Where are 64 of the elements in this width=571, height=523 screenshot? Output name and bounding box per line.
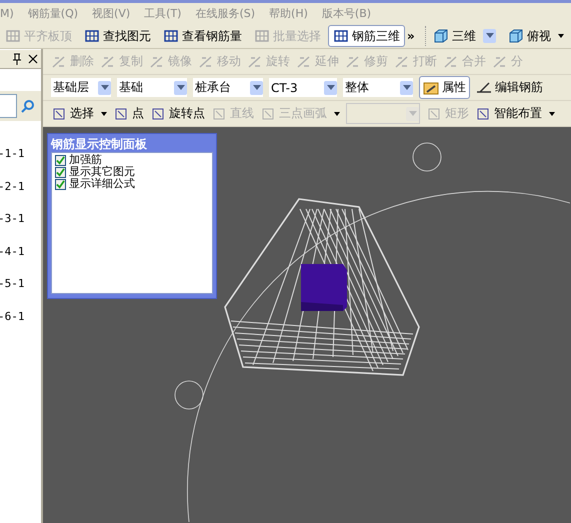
tool-icon: [149, 54, 165, 70]
tool-icon: [426, 106, 442, 122]
tool-icon: [113, 106, 129, 122]
view-button[interactable]: 俯视: [502, 25, 569, 47]
dropdown[interactable]: 整体: [343, 78, 413, 97]
3d-viewport[interactable]: 钢筋显示控制面板 加强筋 显示其它图元 显示详细公式: [43, 127, 571, 523]
grid-icon: [333, 28, 349, 44]
option-label: 显示其它图元: [69, 166, 135, 178]
dropdown[interactable]: CT-3: [269, 78, 337, 97]
tool-icon: [150, 106, 166, 122]
tool-icon: [51, 106, 67, 122]
search-field[interactable]: [0, 94, 17, 118]
tool-icon: [475, 106, 491, 122]
tool-icon: [443, 54, 459, 70]
handle-circle[interactable]: [174, 380, 204, 410]
folder-icon: [423, 80, 439, 96]
tool-icon: [492, 54, 508, 70]
toolbar-button[interactable]: 点: [113, 105, 144, 122]
option-label: 显示详细公式: [69, 178, 135, 190]
toolbar-button[interactable]: 查找图元: [79, 25, 156, 47]
list-item[interactable]: -4-1: [0, 244, 41, 277]
tool-icon: [51, 54, 67, 70]
view-button[interactable]: 三维: [428, 25, 501, 47]
tool-icon: [296, 54, 312, 70]
panel-title: 钢筋显示控制面板: [51, 136, 148, 152]
cube-icon: [508, 28, 524, 44]
dropdown[interactable]: 桩承台: [193, 78, 263, 97]
toolbar-button[interactable]: 选择: [51, 105, 107, 122]
grid-icon: [163, 28, 179, 44]
list-item[interactable]: -6-1: [0, 310, 41, 342]
property-button[interactable]: 属性: [419, 76, 470, 99]
overflow-button[interactable]: »: [407, 29, 415, 43]
grid-icon: [5, 28, 21, 44]
dropdown[interactable]: 基础: [117, 78, 187, 97]
dropdown[interactable]: 基础层: [51, 78, 111, 97]
edit-rebar-button[interactable]: 编辑钢筋: [476, 79, 543, 96]
checkbox[interactable]: [55, 178, 66, 190]
tool-icon: [260, 106, 276, 122]
tool-icon: [211, 106, 227, 122]
toolbar-button[interactable]: 钢筋三维: [328, 25, 405, 47]
search-icon[interactable]: [21, 99, 35, 113]
cube-icon: [432, 28, 449, 44]
toolbar-button[interactable]: 查看钢筋量: [158, 25, 247, 47]
toolbar-button[interactable]: 旋转点: [150, 105, 205, 122]
cube-drawing: [301, 264, 347, 311]
list-item[interactable]: -3-1: [0, 212, 41, 244]
checkbox[interactable]: [55, 166, 66, 178]
option-label: 加强筋: [69, 154, 102, 166]
checkbox[interactable]: [55, 154, 66, 166]
grid-icon: [84, 28, 100, 44]
tool-icon: [394, 54, 410, 70]
pen-icon: [476, 80, 492, 96]
list-item[interactable]: -1-1: [0, 147, 41, 180]
handle-circle[interactable]: [412, 142, 442, 172]
tool-icon: [345, 54, 361, 70]
list-item[interactable]: -5-1: [0, 277, 41, 310]
pin-icon[interactable]: [12, 53, 22, 65]
tool-icon: [247, 54, 263, 70]
close-icon[interactable]: [28, 54, 38, 64]
tool-icon: [198, 54, 214, 70]
grid-icon: [254, 28, 270, 44]
tool-icon: [100, 54, 116, 70]
list-item[interactable]: -2-1: [0, 180, 41, 212]
toolbar-button[interactable]: 智能布置: [475, 105, 555, 122]
